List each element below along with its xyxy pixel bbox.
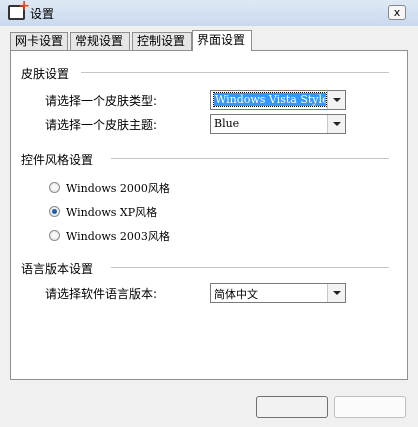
language-label: 请选择软件语言版本:	[45, 287, 158, 301]
dialog-button-secondary[interactable]	[334, 396, 406, 418]
window-title: 设置	[30, 7, 55, 21]
chevron-down-icon[interactable]	[327, 115, 345, 133]
skin-section-title: 皮肤设置	[21, 67, 70, 81]
language-value: 简体中文	[214, 288, 258, 301]
app-settings-icon: +	[8, 0, 30, 20]
control-style-section-title: 控件风格设置	[21, 153, 94, 167]
skin-theme-value: Blue	[214, 117, 240, 130]
tab-general-settings[interactable]: 常规设置	[70, 32, 130, 50]
skin-type-select[interactable]: Windows Vista Style	[210, 90, 346, 110]
language-section-title: 语言版本设置	[21, 262, 94, 276]
radio-button-checked[interactable]	[49, 206, 60, 217]
close-button[interactable]: x	[388, 5, 406, 20]
tab-nic-settings[interactable]: 网卡设置	[10, 32, 68, 50]
dialog-button[interactable]	[256, 396, 328, 418]
skin-section-divider	[81, 72, 389, 73]
tab-interface-settings[interactable]: 界面设置	[192, 30, 252, 51]
radio-button[interactable]	[49, 182, 60, 193]
skin-type-label: 请选择一个皮肤类型:	[45, 94, 158, 108]
title-bar: + 设置 x	[0, 0, 418, 26]
settings-window: + 设置 x 网卡设置 常规设置 控制设置 界面设置 皮肤设置 请选择一个皮肤类…	[0, 0, 418, 427]
control-style-section-divider	[111, 158, 389, 159]
close-icon: x	[393, 6, 401, 19]
interface-settings-panel: 皮肤设置 请选择一个皮肤类型: Windows Vista Style 请选择一…	[10, 50, 408, 380]
language-section-divider	[111, 267, 389, 268]
skin-theme-label: 请选择一个皮肤主题:	[45, 118, 158, 132]
chevron-down-icon[interactable]	[327, 91, 345, 109]
language-select[interactable]: 简体中文	[210, 283, 346, 303]
tab-control-settings[interactable]: 控制设置	[132, 32, 192, 50]
radio-button[interactable]	[49, 230, 60, 241]
skin-type-value: Windows Vista Style	[213, 92, 327, 107]
skin-theme-select[interactable]: Blue	[210, 114, 346, 134]
chevron-down-icon[interactable]	[327, 284, 345, 302]
